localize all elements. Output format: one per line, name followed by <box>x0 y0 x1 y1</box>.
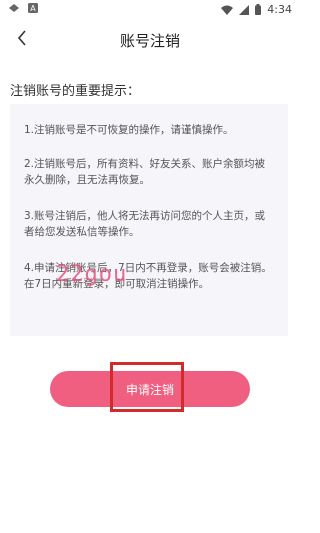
notice-panel: 1.注销账号是不可恢复的操作，请谨慎操作。 2.注销账号后，所有资料、好友关系、… <box>10 104 288 336</box>
submit-label: 申请注销 <box>125 382 174 397</box>
notice-item: 2.注销账号后，所有资料、好友关系、账户余额均被永久删除，且无法再恢复。 <box>24 158 266 186</box>
status-time: 4:34 <box>267 3 292 16</box>
page-title: 账号注销 <box>119 32 180 50</box>
battery-icon <box>255 4 262 15</box>
notice-heading: 注销账号的重要提示： <box>10 84 141 99</box>
apply-cancel-account-button[interactable]: 申请注销 <box>50 371 250 407</box>
notice-item: 3.账号注销后，他人将无法再访问您的个人主页，或者给您发送私信等操作。 <box>24 210 266 238</box>
wifi-icon <box>221 5 234 15</box>
svg-text:A: A <box>30 4 36 13</box>
app-a-icon: A <box>28 3 38 13</box>
status-bar: A 4:34 <box>0 0 300 20</box>
signal-icon <box>239 4 250 15</box>
notification-icon <box>8 3 20 13</box>
notice-item: 1.注销账号是不可恢复的操作，请谨慎操作。 <box>24 124 234 136</box>
watermark: 22gou <box>56 262 128 287</box>
app-bar: 账号注销 <box>0 22 300 58</box>
